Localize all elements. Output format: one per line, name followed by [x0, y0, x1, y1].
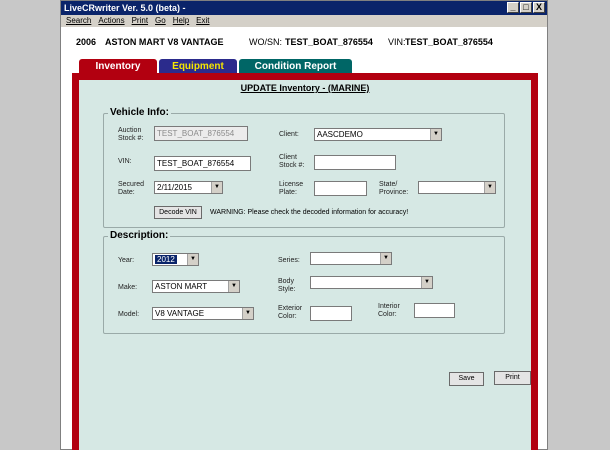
description-legend: Description: — [108, 230, 171, 241]
license-plate-label: License Plate: — [279, 181, 304, 196]
license-plate-input[interactable] — [314, 181, 367, 196]
window-controls: _ □ X — [507, 2, 545, 13]
chevron-down-icon: ▼ — [228, 281, 239, 292]
model-label: Model: — [118, 311, 140, 318]
client-label: Client: — [279, 131, 299, 138]
save-button[interactable]: Save — [449, 372, 484, 386]
header-make-model: ASTON MART V8 VANTAGE — [105, 37, 224, 47]
year-label: Year: — [118, 257, 135, 264]
menu-print[interactable]: Print — [132, 15, 148, 27]
chevron-down-icon: ▼ — [380, 253, 391, 264]
tab-equipment[interactable]: Equipment — [159, 59, 237, 74]
chevron-down-icon: ▼ — [187, 254, 198, 265]
body-style-label: Body Style: — [278, 278, 296, 293]
header-wo-label: WO/SN: — [249, 37, 282, 47]
maximize-button[interactable]: □ — [520, 2, 532, 13]
secured-date-label: Secured Date: — [118, 181, 145, 196]
menu-search[interactable]: Search — [66, 15, 91, 27]
close-button[interactable]: X — [533, 2, 545, 13]
header-vin-label: VIN: — [388, 37, 406, 47]
vin-label: VIN: — [118, 158, 132, 165]
tab-condition-report[interactable]: Condition Report — [239, 59, 352, 74]
vehicle-info-legend: Vehicle Info: — [108, 107, 171, 118]
description-group: Description: Year: 2012 ▼ Series: ▼ Make… — [103, 230, 505, 334]
client-select[interactable]: AASCDEMO ▼ — [314, 128, 442, 141]
tab-inventory[interactable]: Inventory — [79, 59, 157, 74]
chevron-down-icon: ▼ — [430, 129, 441, 140]
secured-date-picker[interactable]: 2/11/2015 ▼ — [154, 181, 223, 194]
content-frame: UPDATE Inventory - (MARINE) Vehicle Info… — [72, 73, 538, 450]
series-label: Series: — [278, 257, 300, 264]
state-province-label: State/ Province: — [379, 181, 409, 196]
secured-date-value: 2/11/2015 — [157, 183, 192, 192]
make-select-value: ASTON MART — [155, 282, 208, 291]
menu-go[interactable]: Go — [155, 15, 166, 27]
decode-warning: WARNING: Please check the decoded inform… — [210, 209, 409, 216]
window-title: LiveCRwriter Ver. 5.0 (beta) - — [64, 3, 186, 13]
chevron-down-icon: ▼ — [484, 182, 495, 193]
decode-vin-button[interactable]: Decode VIN — [154, 206, 202, 219]
exterior-color-label: Exterior Color: — [278, 305, 303, 320]
app-window: LiveCRwriter Ver. 5.0 (beta) - _ □ X Sea… — [60, 0, 548, 450]
client-select-value: AASCDEMO — [317, 130, 363, 139]
chevron-down-icon: ▼ — [211, 182, 222, 193]
title-bar: LiveCRwriter Ver. 5.0 (beta) - _ □ X — [61, 1, 547, 15]
vehicle-header: 2006 ASTON MART V8 VANTAGE WO/SN: TEST_B… — [76, 37, 536, 51]
interior-color-label: Interior Color: — [378, 303, 400, 318]
client-stock-label: Client Stock #: — [279, 154, 305, 169]
vehicle-info-group: Vehicle Info: Auction Stock #: TEST_BOAT… — [103, 107, 505, 228]
menu-exit[interactable]: Exit — [196, 15, 209, 27]
vin-input[interactable]: TEST_BOAT_876554 — [154, 156, 251, 171]
header-year: 2006 — [76, 37, 97, 47]
menu-bar: Search Actions Print Go Help Exit — [61, 15, 547, 27]
client-stock-input[interactable] — [314, 155, 396, 170]
model-select[interactable]: V8 VANTAGE ▼ — [152, 307, 254, 320]
menu-help[interactable]: Help — [173, 15, 189, 27]
make-select[interactable]: ASTON MART ▼ — [152, 280, 240, 293]
make-label: Make: — [118, 284, 138, 291]
auction-stock-input: TEST_BOAT_876554 — [154, 126, 248, 141]
menu-actions[interactable]: Actions — [98, 15, 124, 27]
series-select[interactable]: ▼ — [310, 252, 392, 265]
auction-stock-label: Auction Stock #: — [118, 127, 144, 142]
chevron-down-icon: ▼ — [242, 308, 253, 319]
chevron-down-icon: ▼ — [421, 277, 432, 288]
state-province-select[interactable]: ▼ — [418, 181, 496, 194]
model-select-value: V8 VANTAGE — [155, 309, 205, 318]
exterior-color-input[interactable] — [310, 306, 352, 321]
print-button[interactable]: Print — [494, 371, 531, 385]
year-select-value: 2012 — [155, 255, 177, 264]
interior-color-input[interactable] — [414, 303, 455, 318]
inventory-panel: UPDATE Inventory - (MARINE) Vehicle Info… — [79, 80, 531, 450]
page-title: UPDATE Inventory - (MARINE) — [240, 83, 370, 93]
body-style-select[interactable]: ▼ — [310, 276, 433, 289]
header-vin-value: TEST_BOAT_876554 — [405, 37, 493, 47]
year-select[interactable]: 2012 ▼ — [152, 253, 199, 266]
header-wo-value: TEST_BOAT_876554 — [285, 37, 373, 47]
minimize-button[interactable]: _ — [507, 2, 519, 13]
